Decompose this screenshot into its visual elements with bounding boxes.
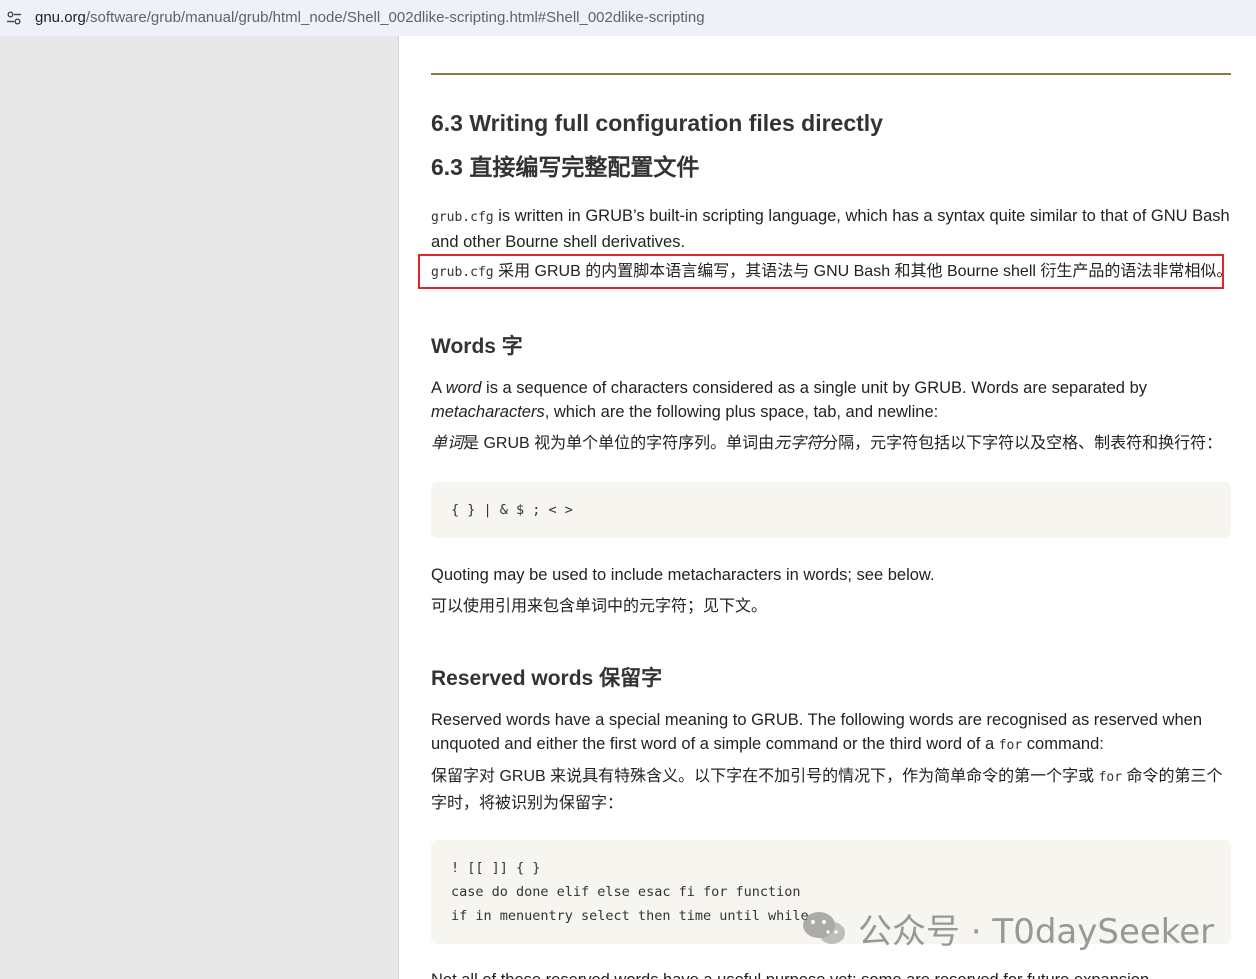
header-rule — [431, 73, 1231, 75]
quoting-paragraph-zh: 可以使用引用来包含单词中的元字符；见下文。 — [431, 598, 768, 615]
reserved-text: command: — [1022, 735, 1104, 753]
term-word-zh: 单词 — [431, 435, 464, 452]
address-bar[interactable]: gnu.org/software/grub/manual/grub/html_n… — [0, 0, 1256, 36]
words-text: , which are the following plus space, ta… — [544, 403, 939, 421]
quoting-paragraph-en: Quoting may be used to include metachara… — [431, 566, 935, 584]
intro-paragraph-zh: grub.cfg 采用 GRUB 的内置脚本语言编写，其语法与 GNU Bash… — [431, 259, 1233, 286]
url-domain: gnu.org — [35, 9, 86, 26]
url-text[interactable]: gnu.org/software/grub/manual/grub/html_n… — [35, 9, 705, 26]
intro-text: is written in GRUB’s built-in scripting … — [431, 207, 1230, 251]
wechat-watermark: 公众号 · T0daySeeker — [800, 906, 1215, 952]
term-meta-zh: 元字符 — [774, 435, 823, 452]
metacharacters-code-block: { } | & $ ; < > — [431, 482, 1231, 538]
reserved-note-paragraph: Not all of these reserved words have a u… — [431, 968, 1231, 979]
code-line: ! [[ ]] { } — [451, 860, 541, 876]
code-line: case do done elif else esac fi for funct… — [451, 884, 801, 900]
site-settings-icon[interactable] — [6, 10, 22, 26]
words-text: A — [431, 379, 446, 397]
inline-code: grub.cfg — [431, 265, 494, 280]
term-word: word — [445, 379, 482, 397]
inline-code: for — [998, 738, 1023, 753]
main-content: 6.3 Writing full configuration files dir… — [399, 36, 1256, 979]
reserved-text-zh: 保留字对 GRUB 来说具有特殊含义。以下字在不加引号的情况下，作为简单命令的第… — [431, 768, 1099, 785]
words-text: is a sequence of characters considered a… — [481, 379, 1147, 397]
reserved-heading: Reserved words 保留字 — [431, 667, 663, 690]
inline-code: for — [1098, 770, 1123, 785]
term-metacharacters: metacharacters — [431, 403, 545, 421]
words-text-zh: 是 GRUB 视为单个单位的字符序列。单词由 — [463, 435, 775, 452]
reserved-paragraph-zh: 保留字对 GRUB 来说具有特殊含义。以下字在不加引号的情况下，作为简单命令的第… — [431, 764, 1231, 817]
section-heading-zh: 6.3 直接编写完整配置文件 — [431, 154, 700, 180]
section-heading-en: 6.3 Writing full configuration files dir… — [431, 110, 883, 136]
intro-paragraph-en: grub.cfg is written in GRUB’s built-in s… — [431, 204, 1231, 254]
words-text-zh: 分隔，元字符包括以下字符以及空格、制表符和换行符： — [822, 435, 1223, 452]
intro-text-zh: 采用 GRUB 的内置脚本语言编写，其语法与 GNU Bash 和其他 Bour… — [493, 263, 1233, 280]
reserved-paragraph-en: Reserved words have a special meaning to… — [431, 708, 1231, 758]
watermark-text: 公众号 · T0daySeeker — [858, 911, 1215, 952]
inline-code: grub.cfg — [431, 210, 494, 225]
url-path: /software/grub/manual/grub/html_node/She… — [85, 9, 705, 26]
words-paragraph-zh: 单词是 GRUB 视为单个单位的字符序列。单词由元字符分隔，元字符包括以下字符以… — [431, 431, 1231, 457]
wechat-icon — [803, 912, 845, 944]
words-heading: Words 字 — [431, 335, 523, 358]
words-paragraph-en: A word is a sequence of characters consi… — [431, 376, 1231, 424]
sidebar-panel — [0, 36, 399, 979]
